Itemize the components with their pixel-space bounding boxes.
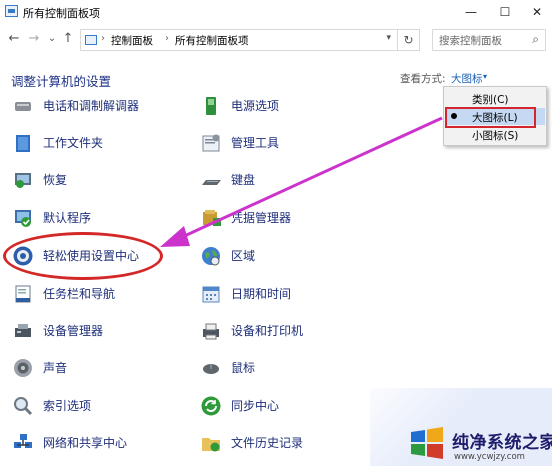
- watermark-title: 纯净系统之家: [452, 433, 552, 453]
- watermark-url: www.ycwjzy.com: [454, 452, 525, 462]
- windows-logo-icon: [411, 427, 443, 459]
